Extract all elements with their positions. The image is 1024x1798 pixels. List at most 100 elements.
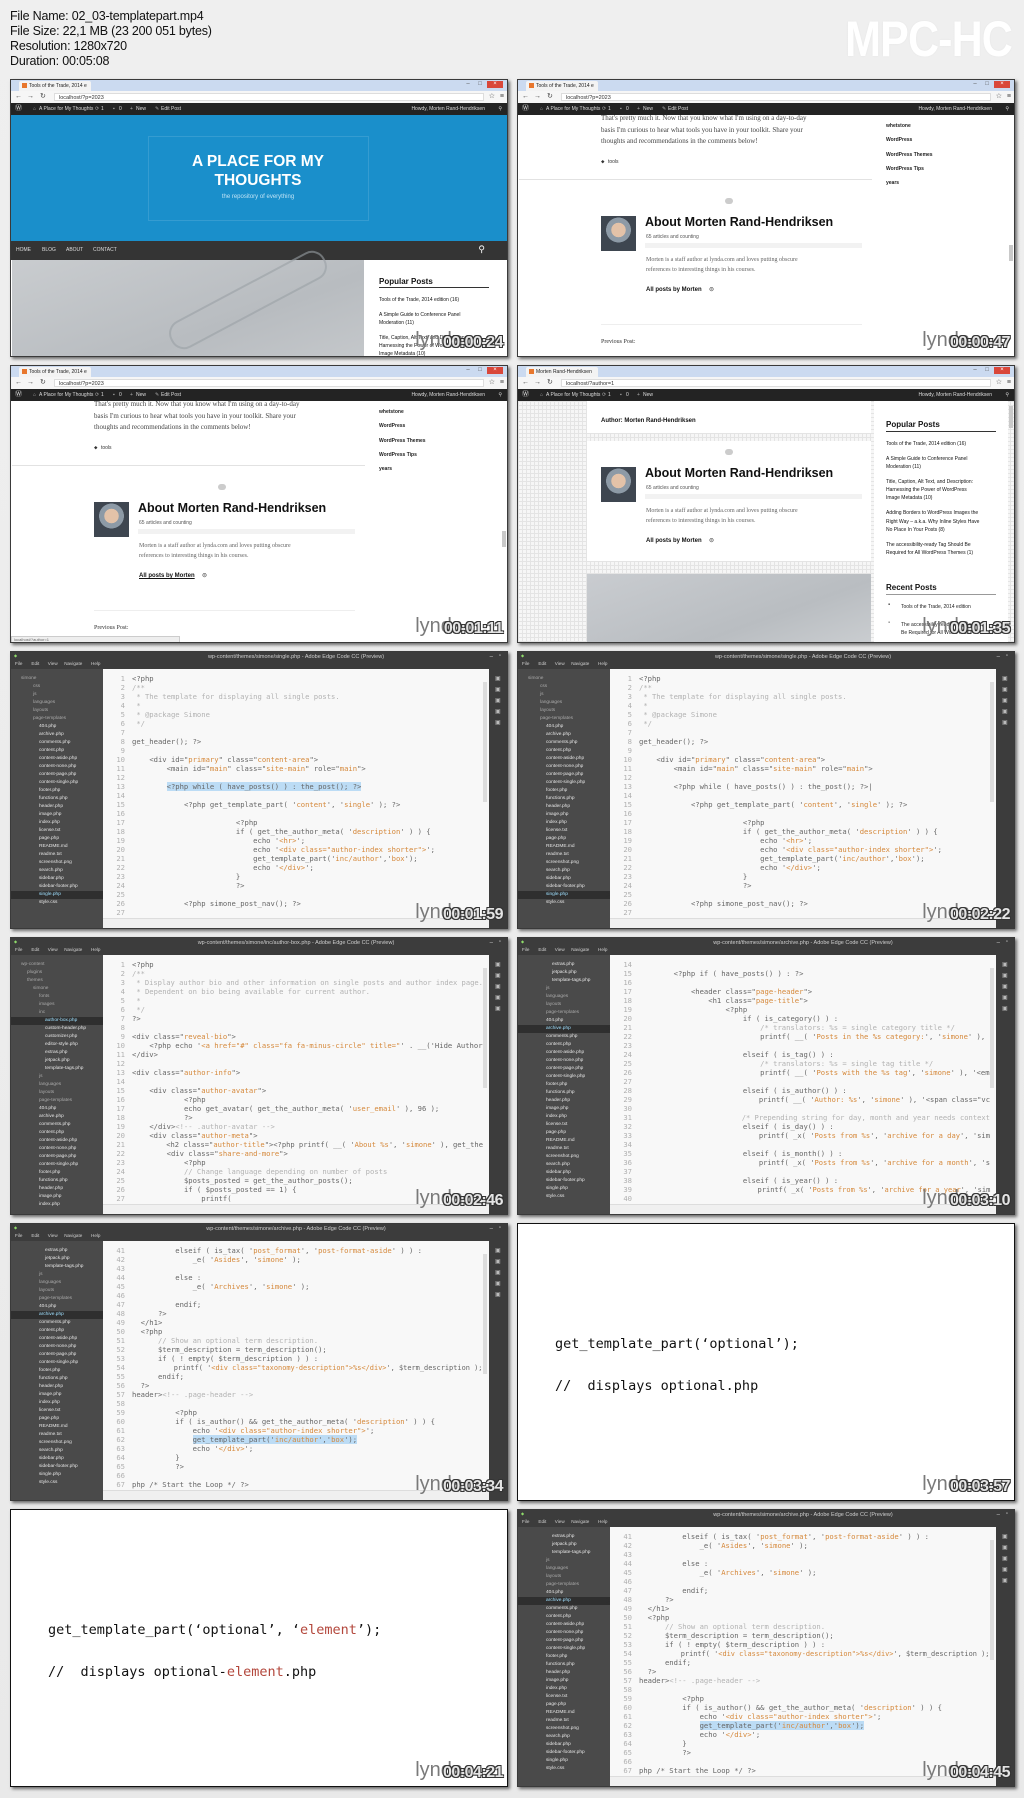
code-line[interactable]: if ( ! empty( $term_description ) ) : xyxy=(639,1640,825,1649)
file-item[interactable]: license.txt xyxy=(11,1407,103,1415)
minimize-icon[interactable]: – xyxy=(490,940,493,946)
code-line[interactable]: if ( is_category() ) : xyxy=(639,1014,838,1023)
code-line[interactable]: /** xyxy=(639,683,652,692)
file-item[interactable]: sidebar-footer.php xyxy=(518,1177,610,1185)
file-item[interactable]: content-none.php xyxy=(518,1629,610,1637)
file-item[interactable]: functions.php xyxy=(11,1177,103,1185)
admin-bar-item[interactable]: 0 xyxy=(626,103,629,115)
admin-bar-item[interactable]: Edit Post xyxy=(161,103,181,115)
all-posts-link[interactable]: All posts by Morten xyxy=(646,538,702,544)
folder-item[interactable]: page-templates xyxy=(11,715,103,723)
maximize-icon[interactable]: □ xyxy=(982,367,992,374)
file-item[interactable]: content-none.php xyxy=(11,1343,103,1351)
admin-bar-item[interactable]: New xyxy=(136,103,146,115)
menu-item[interactable]: Help xyxy=(598,1519,607,1524)
menu-item[interactable]: Help xyxy=(598,661,607,666)
code-line[interactable]: <div class="author-info"> xyxy=(132,1068,240,1077)
file-item[interactable]: content-aside.php xyxy=(11,755,103,763)
code-line[interactable]: $term_description = term_description(); xyxy=(639,1631,834,1640)
code-line[interactable]: <?php while ( have_posts() ) : the_post(… xyxy=(639,782,873,791)
code-line[interactable]: // Change language depending on number o… xyxy=(132,1167,387,1176)
file-item[interactable]: customizer.php xyxy=(11,1033,103,1041)
menu-item[interactable]: View xyxy=(48,1233,58,1238)
extensions-icon[interactable]: ▣ xyxy=(1002,1555,1008,1562)
video-thumbnail[interactable]: ◆ wp-content/themes/simone/archive.php - … xyxy=(10,1223,508,1501)
file-item[interactable]: header.php xyxy=(11,1185,103,1193)
file-item[interactable]: archive.php xyxy=(518,731,610,739)
file-item[interactable]: content-page.php xyxy=(11,1351,103,1359)
admin-bar-item[interactable]: 1 xyxy=(608,103,611,115)
file-item[interactable]: style.css xyxy=(11,899,103,907)
code-line[interactable]: ?> xyxy=(639,1595,674,1604)
file-item[interactable]: header.php xyxy=(518,1669,610,1677)
admin-bar-item[interactable]: New xyxy=(136,389,146,401)
minimize-icon[interactable]: – xyxy=(463,367,473,374)
code-line[interactable]: <header class="page-header"> xyxy=(639,987,812,996)
popular-post-link[interactable]: The accessibility-ready Tag Should Be xyxy=(886,542,971,548)
file-item[interactable]: author-box.php▶ xyxy=(11,1017,103,1025)
folder-item[interactable]: layouts xyxy=(518,707,610,715)
menu-item[interactable]: Edit xyxy=(538,947,546,952)
code-editor[interactable]: 41 elseif ( is_tax( 'post_format', 'post… xyxy=(103,1241,489,1490)
extensions-icon[interactable]: ▣ xyxy=(1002,983,1008,990)
menu-item[interactable]: File xyxy=(15,661,22,666)
admin-bar-item[interactable]: New xyxy=(643,103,653,115)
code-line[interactable]: endif; xyxy=(639,1658,691,1667)
scrollbar[interactable] xyxy=(1009,406,1013,428)
popular-post-link[interactable]: A Simple Guide to Conference Panel xyxy=(886,456,967,462)
code-line[interactable]: ?> xyxy=(639,881,752,890)
code-line[interactable]: if ( ! empty( $term_description ) ) : xyxy=(132,1354,318,1363)
menu-item[interactable]: File xyxy=(522,947,529,952)
folder-item[interactable]: simone xyxy=(518,675,610,683)
code-line[interactable]: php /* Start the Loop */ ?> xyxy=(132,1480,249,1489)
folder-item[interactable]: js xyxy=(11,1073,103,1081)
folder-item[interactable]: languages xyxy=(11,1081,103,1089)
file-item[interactable]: functions.php xyxy=(518,1089,610,1097)
nav-item[interactable]: HOME xyxy=(16,241,31,260)
folder-item[interactable]: js xyxy=(518,985,610,993)
file-item[interactable]: readme.txt xyxy=(518,1145,610,1153)
file-item[interactable]: archive.php▶ xyxy=(11,1311,103,1319)
file-item[interactable]: search.php xyxy=(11,1447,103,1455)
nav-item[interactable]: ABOUT xyxy=(66,241,83,260)
file-item[interactable]: image.php xyxy=(518,1677,610,1685)
device-icon[interactable]: ▣ xyxy=(1002,1566,1008,1573)
extensions-icon[interactable]: ▣ xyxy=(495,983,501,990)
code-line[interactable]: <?php xyxy=(639,1613,670,1622)
live-preview-icon[interactable]: ▣ xyxy=(495,961,501,968)
file-item[interactable]: README.md xyxy=(518,843,610,851)
menu-item[interactable]: Edit xyxy=(31,1233,39,1238)
code-line[interactable]: <?php if ( have_posts() ) : ?> xyxy=(639,969,804,978)
code-line[interactable]: printf( _x( 'Posts from %s', 'archive fo… xyxy=(639,1131,990,1140)
star-icon[interactable]: ☆ xyxy=(996,91,1002,103)
url-input[interactable]: localhost/?author=1 xyxy=(561,379,991,387)
code-line[interactable]: elseif ( is_author() ) : xyxy=(639,1086,847,1095)
code-line[interactable]: echo '</div>'; xyxy=(132,1444,254,1453)
back-icon[interactable]: ← xyxy=(15,377,22,389)
file-item[interactable]: comments.php xyxy=(518,1605,610,1613)
reload-icon[interactable]: ↻ xyxy=(40,91,46,103)
file-item[interactable]: page.php xyxy=(518,835,610,843)
menu-item[interactable]: Help xyxy=(91,661,100,666)
file-item[interactable]: content-none.php xyxy=(11,1145,103,1153)
code-line[interactable]: echo '<div class="author-index shorter">… xyxy=(132,845,435,854)
file-item[interactable]: image.php xyxy=(518,811,610,819)
file-item[interactable]: page.php xyxy=(11,835,103,843)
file-item[interactable]: content.php xyxy=(11,1327,103,1335)
file-item[interactable]: content-page.php xyxy=(11,1153,103,1161)
admin-bar-item[interactable]: Edit Post xyxy=(161,389,181,401)
extract-icon[interactable]: ▣ xyxy=(495,972,501,979)
file-item[interactable]: custom-header.php xyxy=(11,1025,103,1033)
video-thumbnail[interactable]: ◆ wp-content/themes/simone/archive.php - … xyxy=(517,937,1015,1215)
device-icon[interactable]: ▣ xyxy=(495,708,501,715)
file-item[interactable]: content-single.php xyxy=(518,779,610,787)
file-item[interactable]: comments.php xyxy=(11,739,103,747)
vertical-scrollbar[interactable] xyxy=(483,682,487,802)
folder-item[interactable]: languages xyxy=(518,993,610,1001)
code-line[interactable]: get_template_part('inc/author','box'); xyxy=(639,1721,865,1730)
folder-item[interactable]: css xyxy=(11,683,103,691)
code-line[interactable]: <?php xyxy=(132,818,258,827)
file-item[interactable]: header.php xyxy=(518,1097,610,1105)
file-item[interactable]: template-tags.php xyxy=(11,1263,103,1271)
menu-item[interactable]: Edit xyxy=(538,1519,546,1524)
